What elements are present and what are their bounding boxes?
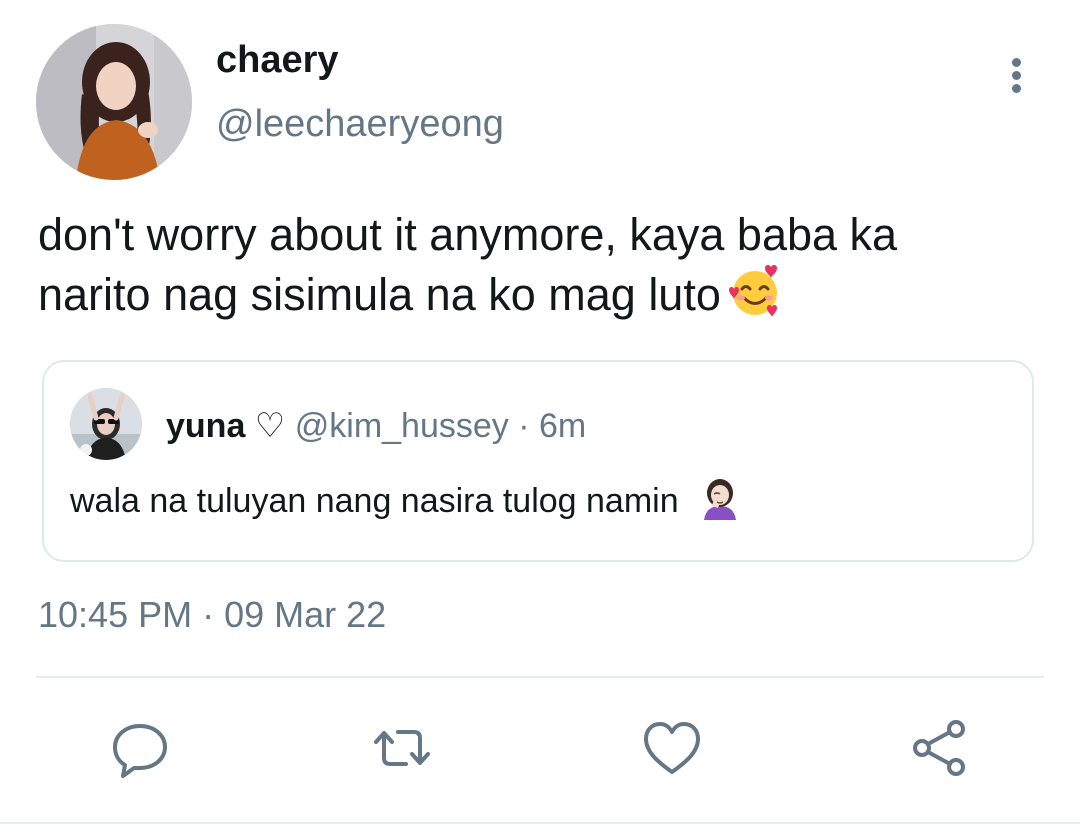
quoted-tweet-header: yuna ♡ @kim_hussey · 6m: [166, 406, 586, 446]
more-options-button[interactable]: [1000, 54, 1034, 96]
quoted-tweet-text: wala na tuluyan nang nasira tulog namin: [70, 476, 742, 531]
retweet-icon: [374, 730, 430, 766]
author-display-name[interactable]: chaery: [216, 38, 339, 82]
more-icon: [1012, 71, 1021, 80]
retweet-button[interactable]: [370, 716, 434, 780]
like-icon: [644, 722, 700, 774]
quoted-author-display-name[interactable]: yuna ♡: [166, 407, 285, 445]
divider: [36, 676, 1044, 678]
reply-button[interactable]: [108, 716, 172, 780]
woman-facepalming-icon: [698, 476, 742, 531]
divider: [0, 822, 1080, 824]
reply-icon: [113, 724, 167, 778]
quoted-separator: ·: [518, 407, 530, 445]
quoted-tweet-text-content: wala na tuluyan nang nasira tulog namin: [70, 482, 679, 520]
quoted-author-handle[interactable]: @kim_hussey: [295, 407, 509, 445]
tweet-timestamp[interactable]: 10:45 PM · 09 Mar 22: [38, 593, 386, 637]
author-handle[interactable]: @leechaeryeong: [216, 101, 504, 147]
smiling-face-with-hearts-icon: [727, 264, 783, 334]
quoted-author-avatar[interactable]: [70, 388, 142, 460]
author-avatar[interactable]: [36, 24, 192, 180]
tweet-text-line-with-emoji: narito nag sisimula na ko mag luto: [38, 264, 1038, 334]
share-icon: [913, 720, 965, 776]
tweet-text: don't worry about it anymore, kaya baba …: [38, 206, 1038, 334]
more-icon: [1012, 84, 1021, 93]
like-button[interactable]: [640, 716, 704, 780]
more-icon: [1012, 58, 1021, 67]
quoted-tweet-card[interactable]: yuna ♡ @kim_hussey · 6m wala na tuluyan …: [42, 360, 1034, 562]
tweet-text-line: narito nag sisimula na ko mag luto: [38, 269, 721, 320]
tweet-text-line: don't worry about it anymore, kaya baba …: [38, 209, 898, 260]
share-button[interactable]: [908, 716, 972, 780]
quoted-tweet-time[interactable]: 6m: [539, 407, 586, 445]
